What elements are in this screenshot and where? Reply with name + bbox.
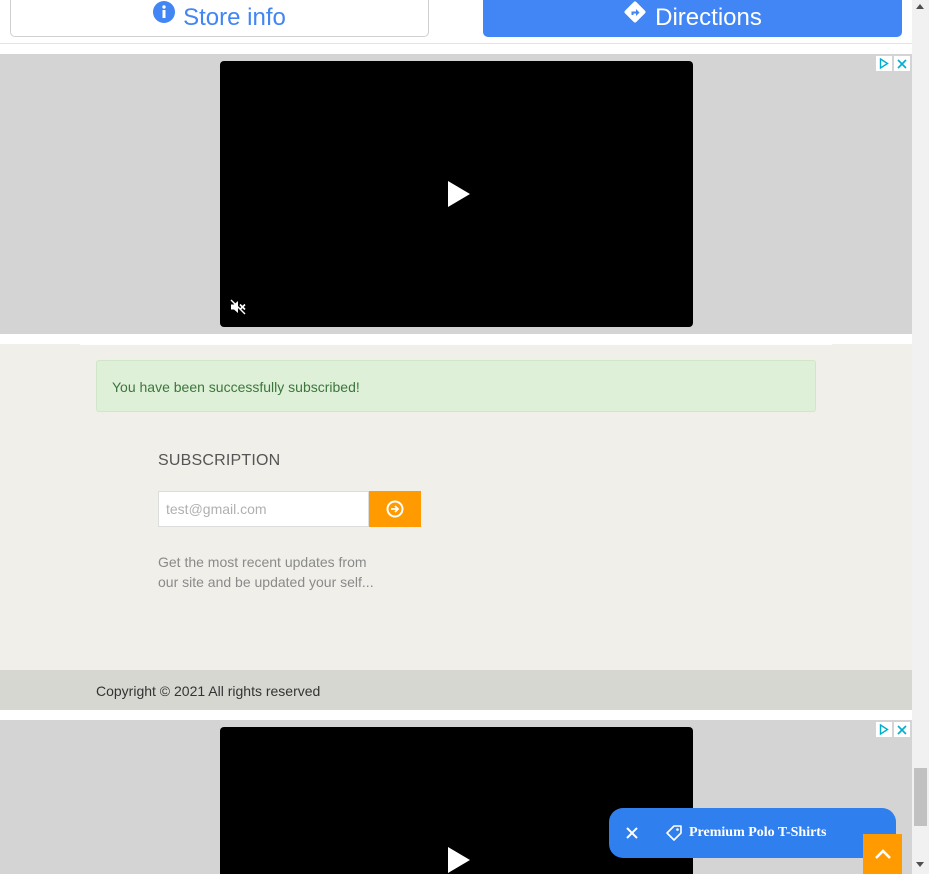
chevron-up-icon (874, 849, 891, 859)
store-actions-bar: Store info Directions (0, 0, 912, 44)
adchoices-icon[interactable] (876, 56, 892, 71)
ad-badge (876, 722, 910, 737)
ad-badge (876, 56, 910, 71)
close-icon[interactable] (625, 826, 639, 840)
success-alert: You have been successfully subscribed! (96, 360, 816, 412)
copyright-text: Copyright © 2021 All rights reserved (96, 683, 321, 699)
back-to-top-button[interactable] (863, 834, 902, 874)
play-icon[interactable] (447, 846, 471, 874)
play-icon[interactable] (447, 180, 471, 208)
promo-pill[interactable]: Premium Polo T-Shirts (609, 808, 896, 858)
email-input[interactable] (158, 491, 369, 527)
arrow-circle-right-icon (386, 500, 404, 518)
scrollbar[interactable] (912, 0, 929, 874)
directions-label: Directions (655, 3, 762, 31)
scroll-thumb[interactable] (914, 768, 927, 826)
store-info-button[interactable]: Store info (10, 0, 429, 37)
subscription-description: Get the most recent updates from our sit… (158, 554, 374, 590)
directions-button[interactable]: Directions (483, 0, 902, 37)
scroll-up-arrow[interactable] (916, 4, 924, 9)
info-icon (153, 1, 176, 30)
subscribe-button[interactable] (369, 491, 421, 527)
scroll-down-arrow[interactable] (916, 862, 924, 867)
close-icon[interactable] (894, 56, 910, 71)
video-player[interactable] (220, 61, 693, 327)
close-icon[interactable] (894, 722, 910, 737)
divider (80, 344, 832, 345)
directions-icon (623, 0, 647, 31)
mute-icon[interactable] (230, 299, 246, 315)
page: Store info Directions You have been succ… (0, 0, 929, 874)
spacer (0, 710, 912, 720)
copyright-bar: Copyright © 2021 All rights reserved (0, 670, 912, 710)
video-ad (0, 54, 912, 334)
footer-section: You have been successfully subscribed! S… (0, 344, 912, 670)
adchoices-icon[interactable] (876, 722, 892, 737)
subscription-title: SUBSCRIPTION (158, 452, 281, 469)
promo-label[interactable]: Premium Polo T-Shirts (689, 825, 826, 841)
tag-icon (666, 825, 682, 841)
store-info-label: Store info (183, 3, 286, 31)
